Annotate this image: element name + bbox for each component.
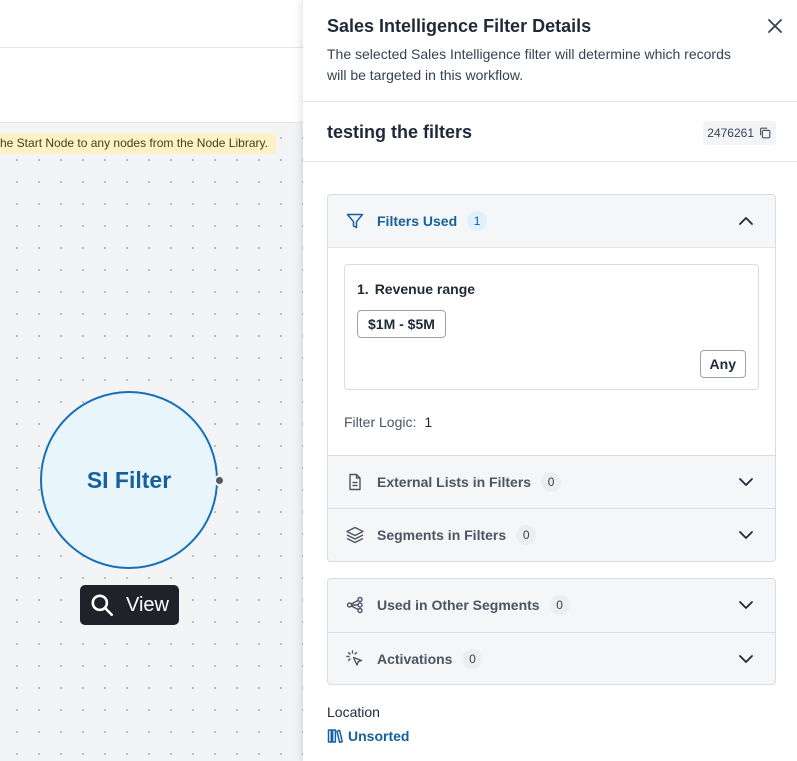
filter-item-card: 1. Revenue range $1M - $5M Any: [344, 264, 759, 390]
cursor-click-icon: [345, 649, 365, 669]
accordion-label: Filters Used: [377, 213, 458, 229]
location-label: Location: [327, 704, 380, 720]
filter-logic-label: Filter Logic:: [344, 414, 417, 430]
count-badge: 0: [516, 524, 537, 545]
record-row: testing the filters 2476261: [303, 102, 797, 162]
drawer-header: Sales Intelligence Filter Details The se…: [303, 0, 797, 102]
filter-details-drawer: Sales Intelligence Filter Details The se…: [303, 0, 797, 761]
close-icon[interactable]: [765, 16, 785, 36]
count-badge: 0: [549, 595, 570, 615]
filters-panel: Filters Used 1 1. Revenue range $1M - $5M…: [327, 194, 776, 562]
filter-logic-value: 1: [424, 414, 433, 430]
accordion-activations[interactable]: Activations 0: [328, 632, 775, 684]
accordion-segments[interactable]: Segments in Filters 0: [328, 508, 775, 560]
chevron-down-icon: [739, 531, 753, 539]
layers-icon: [345, 525, 365, 545]
drawer-description: The selected Sales Intelligence filter w…: [327, 46, 731, 83]
count-badge: 0: [541, 471, 562, 492]
count-badge: 0: [462, 648, 483, 669]
connect-hint-banner: he Start Node to any nodes from the Node…: [0, 133, 276, 154]
filters-used-body: 1. Revenue range $1M - $5M Any Filter Log…: [328, 247, 775, 455]
accordion-external-lists[interactable]: External Lists in Filters 0: [328, 455, 775, 507]
workflow-canvas[interactable]: he Start Node to any nodes from the Node…: [0, 0, 303, 761]
node-output-port[interactable]: [214, 475, 225, 486]
document-icon: [345, 472, 365, 492]
view-button-label: View: [126, 593, 169, 616]
filter-item-title: 1. Revenue range: [357, 281, 475, 297]
node-label: SI Filter: [86, 466, 172, 493]
view-node-button[interactable]: View: [80, 585, 179, 625]
filter-logic: Filter Logic: 1: [344, 414, 432, 430]
accordion-label: Used in Other Segments: [377, 597, 540, 613]
filter-item-name: Revenue range: [374, 281, 476, 297]
accordion-label: External Lists in Filters: [377, 473, 532, 490]
canvas-toolbar: [0, 0, 303, 48]
accordion-filters-used[interactable]: Filters Used 1: [328, 195, 775, 247]
accordion-label: Segments in Filters: [377, 526, 507, 543]
location-value: Unsorted: [348, 728, 410, 744]
share-nodes-icon: [345, 595, 365, 615]
record-id: 2476261: [707, 126, 754, 140]
drawer-title: Sales Intelligence Filter Details: [327, 16, 592, 36]
si-filter-node[interactable]: SI Filter: [40, 391, 218, 569]
copy-icon: [760, 127, 771, 139]
chevron-down-icon: [739, 601, 753, 609]
count-badge: 1: [467, 211, 488, 231]
record-name: testing the filters: [327, 122, 473, 142]
library-books-icon: [327, 729, 343, 744]
match-any-button[interactable]: Any: [699, 350, 746, 378]
location-link[interactable]: Unsorted: [327, 728, 409, 744]
filter-item-number: 1.: [357, 281, 369, 297]
accordion-label: Activations: [377, 650, 453, 667]
filter-funnel-icon: [345, 211, 365, 231]
chevron-down-icon: [739, 478, 753, 486]
filter-value-chip: $1M - $5M: [357, 310, 446, 338]
chevron-up-icon: [739, 217, 753, 225]
record-id-chip[interactable]: 2476261: [703, 121, 776, 145]
accordion-used-in-other-segments[interactable]: Used in Other Segments 0: [328, 579, 775, 631]
canvas-subheader: [0, 48, 303, 123]
search-icon: [91, 594, 114, 617]
chevron-down-icon: [739, 655, 753, 663]
usage-panel: Used in Other Segments 0 Activations 0: [327, 578, 776, 685]
